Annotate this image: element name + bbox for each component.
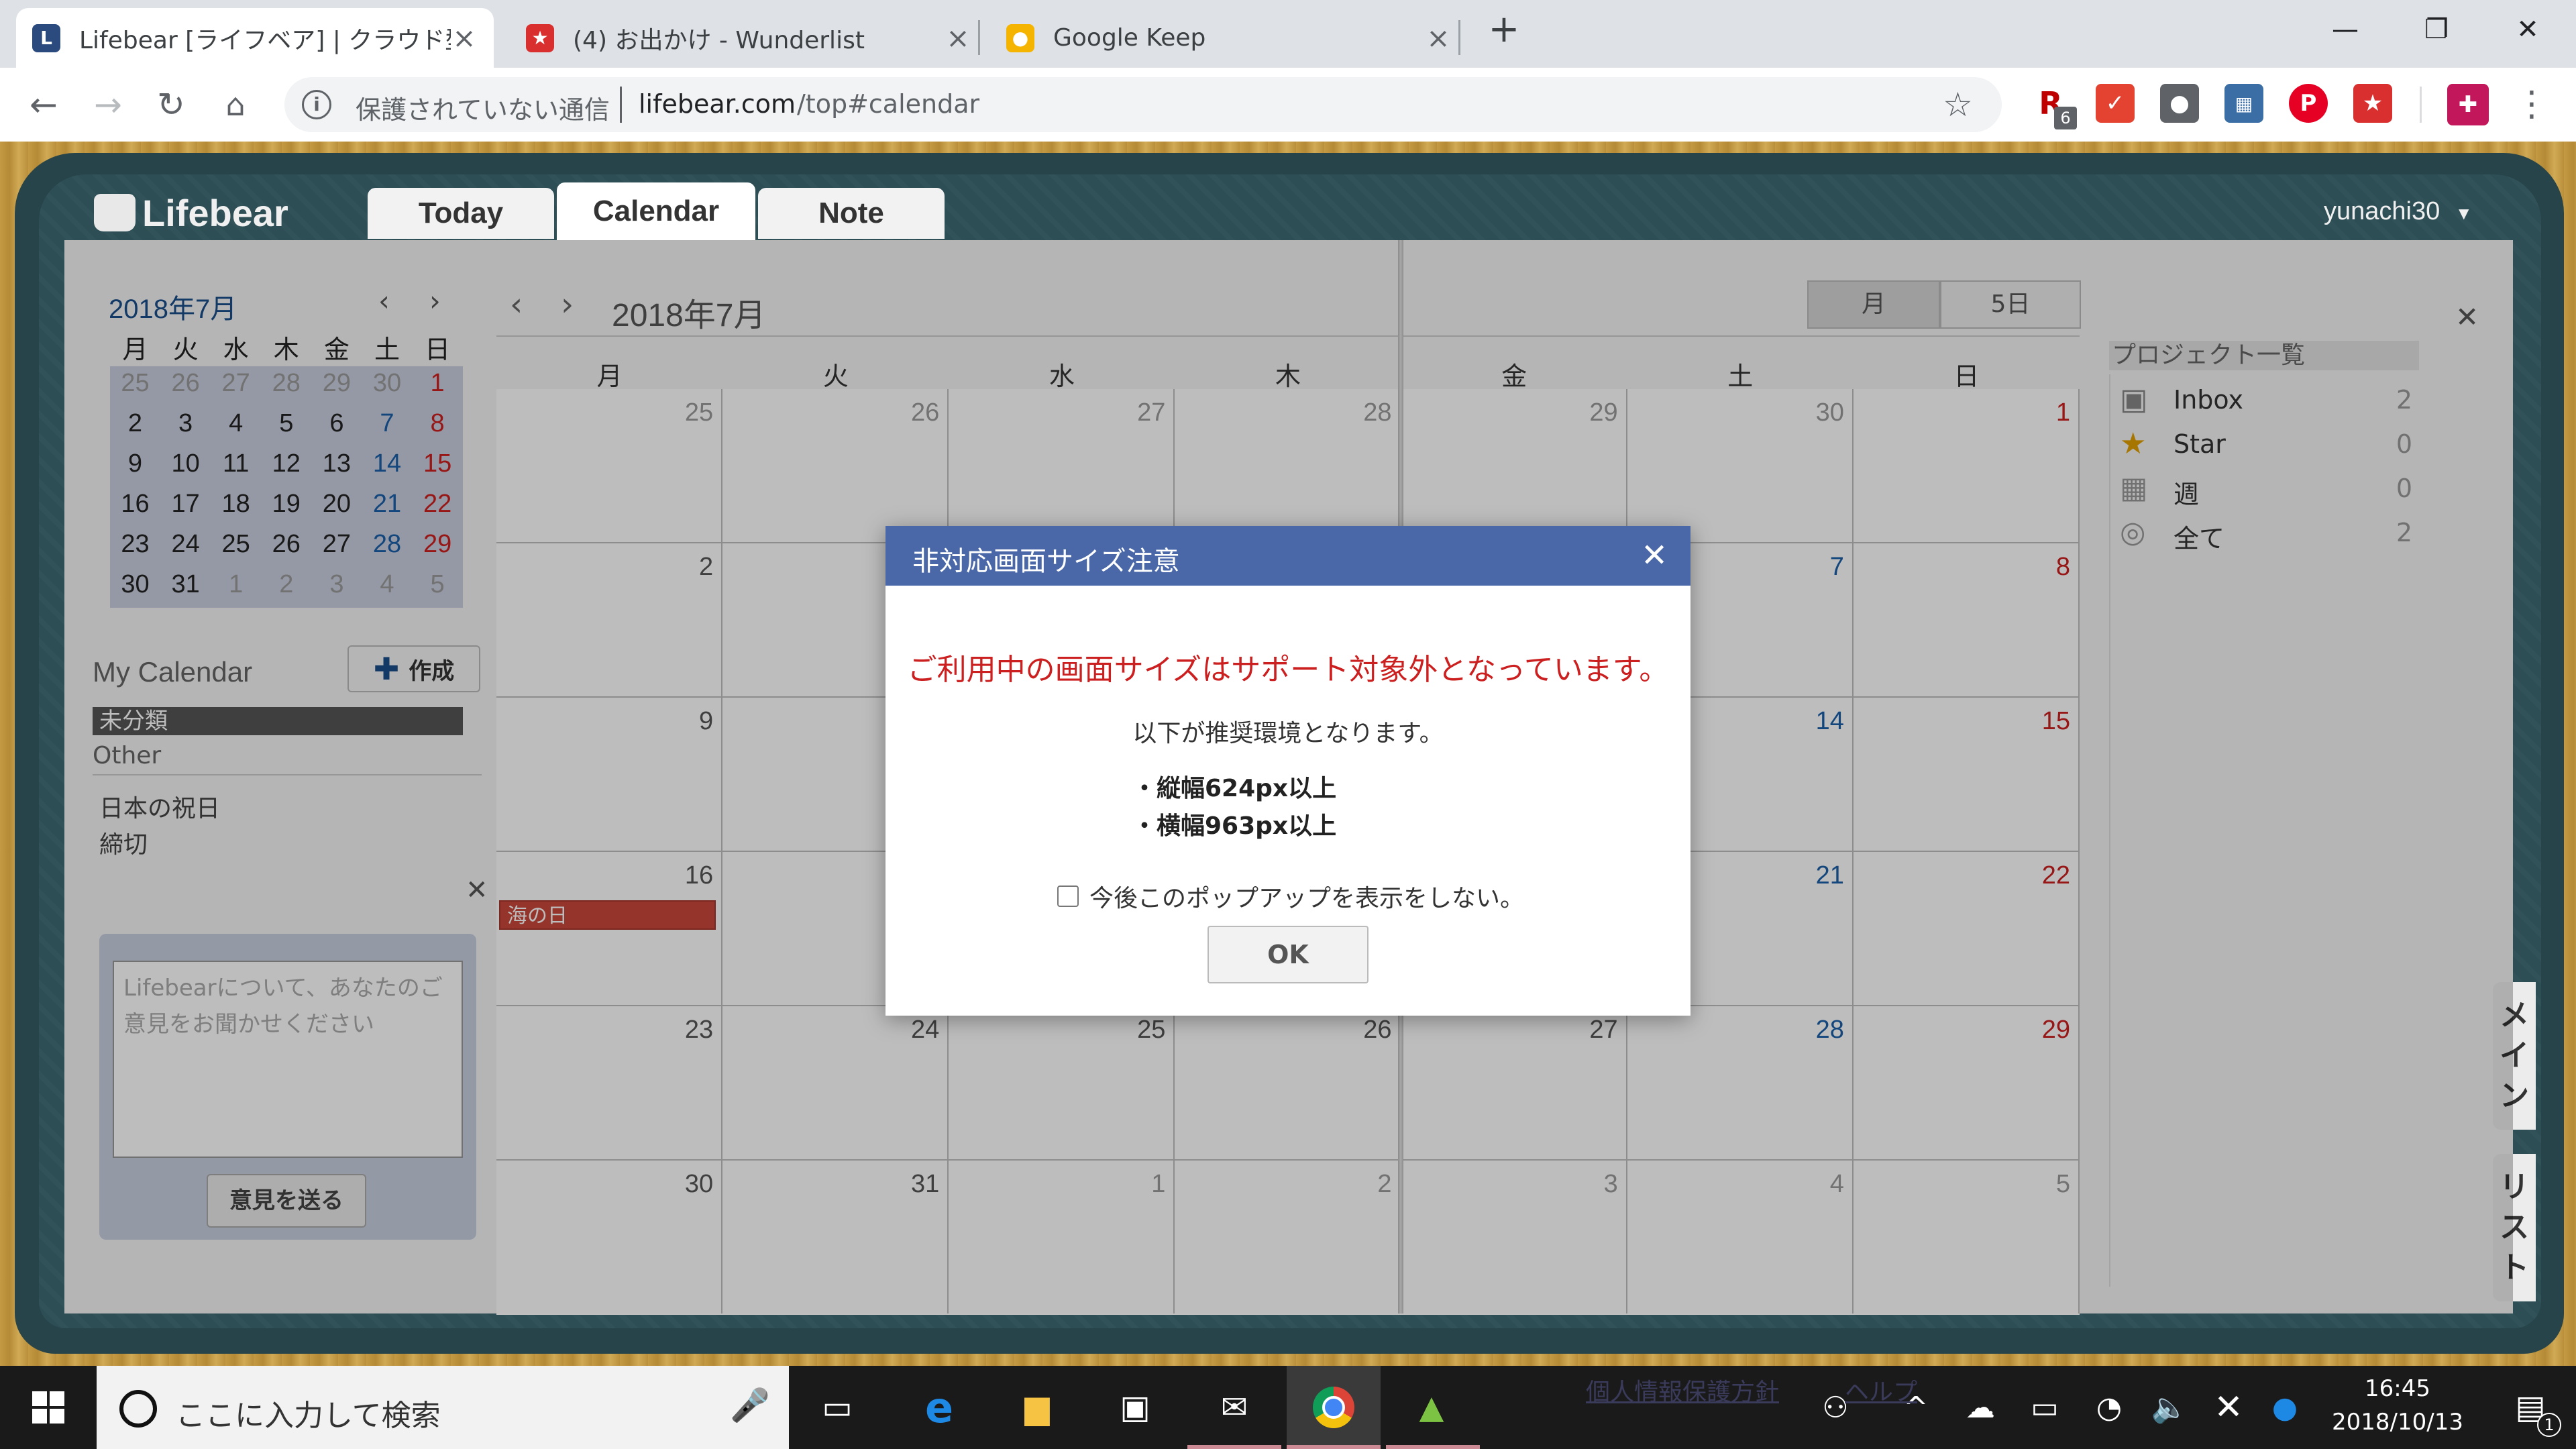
address-bar[interactable]: i 保護されていない通信 lifebear.com /top#calendar … <box>284 77 2002 132</box>
taskbar-search[interactable]: ここに入力して検索 🎤 <box>97 1366 789 1449</box>
search-placeholder: ここに入力して検索 <box>176 1399 441 1433</box>
tab-wunderlist[interactable]: ★ (4) お出かけ - Wunderlist × <box>510 8 987 68</box>
tab-calendar[interactable]: Calendar <box>557 182 755 240</box>
windows-taskbar: ここに入力して検索 🎤 ▭ e ▆ ▣ ✉ ▲ ⚇ ^ ☁ ▭ ◔ 🔈 ✕ ● … <box>0 1366 2576 1449</box>
cortana-icon <box>119 1390 157 1428</box>
dialog-close-icon[interactable]: ✕ <box>1641 537 1668 574</box>
requirement-height: ・縦幅624px以上 <box>1132 775 1337 802</box>
onedrive-icon[interactable]: ☁ <box>1952 1379 2008 1436</box>
bookmark-star-icon[interactable]: ☆ <box>1943 85 1973 124</box>
dialog-header: 非対応画面サイズ注意 ✕ <box>885 526 1690 586</box>
chevron-down-icon: ▼ <box>2455 203 2473 223</box>
url-host: lifebear.com <box>639 89 796 119</box>
keep-icon: ● <box>1006 23 1034 52</box>
bear-logo-icon <box>94 194 136 231</box>
tab-today[interactable]: Today <box>368 188 554 239</box>
tray-x-icon[interactable]: ✕ <box>2200 1379 2257 1436</box>
user-menu[interactable]: yunachi30 ▼ <box>2324 197 2473 226</box>
windows-start-icon[interactable] <box>20 1379 76 1436</box>
tab-note[interactable]: Note <box>758 188 945 239</box>
keep-icon[interactable]: ● <box>2160 84 2199 123</box>
photo-app-icon[interactable]: ▲ <box>1403 1379 1460 1436</box>
taskbar-indicator <box>1386 1445 1480 1449</box>
extension-badge: 6 <box>2054 107 2077 129</box>
tab-title: (4) お出かけ - Wunderlist <box>573 26 865 54</box>
pinterest-icon[interactable]: P <box>2289 84 2328 123</box>
profile-icon[interactable]: ✚ <box>2447 84 2489 125</box>
mail-icon[interactable]: ✉ <box>1206 1379 1263 1436</box>
tab-separator <box>978 20 980 55</box>
dialog-recommend: 以下が推奨環境となります。 <box>1132 720 1444 747</box>
window-close-icon[interactable]: ✕ <box>2487 9 2568 50</box>
requirement-width: ・横幅963px以上 <box>1132 812 1337 840</box>
clock-time: 16:45 <box>2365 1375 2430 1402</box>
volume-icon[interactable]: 🔈 <box>2141 1379 2198 1436</box>
tray-app-icon[interactable]: ● <box>2257 1379 2313 1436</box>
todoist-icon[interactable]: ✓ <box>2096 84 2135 123</box>
close-tab-icon[interactable]: × <box>451 23 478 52</box>
tab-title: Google Keep <box>1053 24 1206 52</box>
app-logo[interactable]: Lifebear <box>94 189 288 236</box>
tab-title: Lifebear [ライフベア] | クラウド型電子 <box>79 26 451 54</box>
back-icon[interactable]: ← <box>21 83 66 127</box>
tab-lifebear[interactable]: L Lifebear [ライフベア] | クラウド型電子 × <box>16 8 494 68</box>
task-view-icon[interactable]: ▭ <box>809 1379 865 1436</box>
wifi-icon[interactable]: ◔ <box>2081 1379 2137 1436</box>
file-explorer-icon[interactable]: ▆ <box>1009 1379 1065 1436</box>
store-icon[interactable]: ▣ <box>1107 1379 1163 1436</box>
username: yunachi30 <box>2324 197 2440 225</box>
wunderlist-icon: ★ <box>526 23 554 52</box>
info-icon[interactable]: i <box>302 90 331 119</box>
close-tab-icon[interactable]: × <box>945 23 971 52</box>
clock-date: 2018/10/13 <box>2332 1409 2463 1436</box>
edge-icon[interactable]: e <box>911 1379 967 1436</box>
restore-icon[interactable]: ❐ <box>2396 9 2477 50</box>
home-icon[interactable]: ⌂ <box>213 83 258 127</box>
forward-icon[interactable]: → <box>86 83 130 127</box>
minimize-icon[interactable]: — <box>2305 9 2385 50</box>
taskbar-indicator <box>1287 1445 1381 1449</box>
lifebear-icon: L <box>32 23 60 52</box>
ok-button[interactable]: OK <box>1208 926 1368 983</box>
help-link[interactable]: ヘルプ <box>1845 1373 1917 1407</box>
notification-badge: 1 <box>2537 1413 2561 1437</box>
taskbar-indicator <box>1187 1445 1281 1449</box>
logo-text: Lifebear <box>142 191 288 234</box>
browser-toolbar: ← → ↻ ⌂ i 保護されていない通信 lifebear.com /top#c… <box>0 68 2576 142</box>
tab-google-keep[interactable]: ● Google Keep × <box>990 8 1468 68</box>
privacy-link[interactable]: 個人情報保護方針 <box>1586 1373 1779 1407</box>
taskbar-clock[interactable]: 16:45 2018/10/13 <box>2317 1375 2478 1436</box>
dont-show-checkbox[interactable] <box>1057 885 1079 907</box>
dialog-warning: ご利用中の画面サイズはサポート対象外となっています。 <box>907 653 1669 687</box>
dialog-title: 非対応画面サイズ注意 <box>912 546 1180 577</box>
unsupported-size-dialog: 非対応画面サイズ注意 ✕ ご利用中の画面サイズはサポート対象外となっています。 … <box>885 526 1690 1016</box>
qr-icon[interactable]: ▦ <box>2224 84 2263 123</box>
tab-separator <box>1458 20 1460 55</box>
omnibox-divider <box>620 87 622 123</box>
chrome-icon[interactable] <box>1305 1379 1362 1436</box>
security-text: 保護されていない通信 <box>356 95 610 125</box>
new-tab-icon[interactable]: + <box>1464 9 1544 50</box>
checkbox-label: 今後このポップアップを表示をしない。 <box>1089 885 1525 912</box>
microphone-icon[interactable]: 🎤 <box>730 1386 770 1424</box>
dont-show-row[interactable]: 今後このポップアップを表示をしない。 <box>1057 881 1525 912</box>
battery-icon[interactable]: ▭ <box>2017 1379 2073 1436</box>
reload-icon[interactable]: ↻ <box>149 83 193 127</box>
wunderlist-icon[interactable]: ★ <box>2353 84 2392 123</box>
toolbar-divider <box>2420 87 2422 123</box>
close-tab-icon[interactable]: × <box>1425 23 1452 52</box>
url-path: /top#calendar <box>797 89 980 119</box>
menu-kebab-icon[interactable]: ⋮ <box>2514 84 2549 124</box>
browser-tab-strip: L Lifebear [ライフベア] | クラウド型電子 × ★ (4) お出か… <box>0 0 2576 68</box>
